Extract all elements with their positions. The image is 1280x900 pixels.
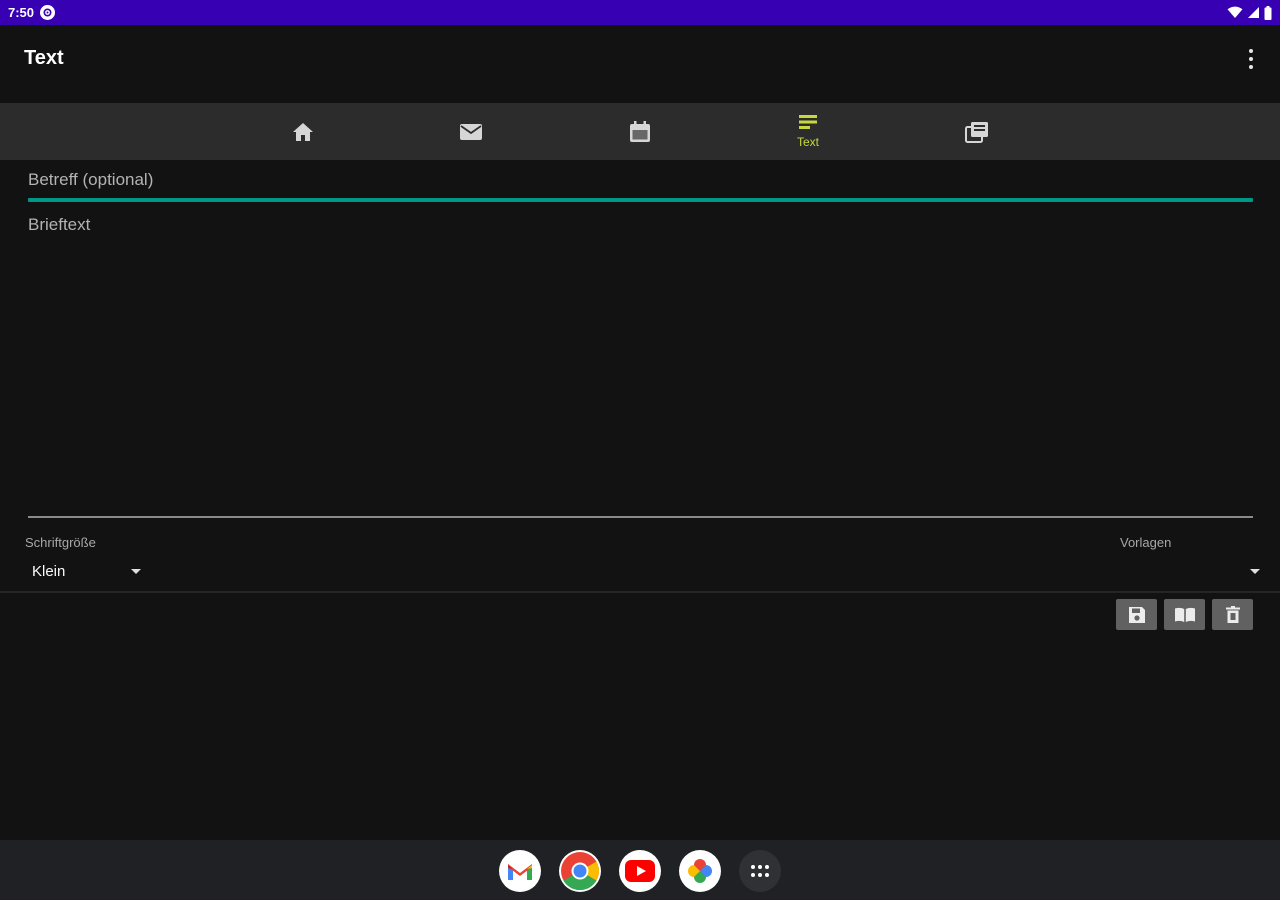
save-button[interactable] bbox=[1116, 599, 1157, 630]
wifi-icon bbox=[1227, 6, 1243, 18]
app-drawer-icon[interactable] bbox=[739, 850, 781, 892]
templates-icon bbox=[965, 121, 988, 143]
status-time: 7:50 bbox=[8, 5, 35, 20]
overflow-menu-icon[interactable] bbox=[1244, 47, 1258, 71]
photos-icon[interactable] bbox=[679, 850, 721, 892]
tab-mail[interactable] bbox=[431, 103, 511, 160]
app-dock bbox=[0, 840, 1280, 900]
tab-calendar[interactable] bbox=[600, 103, 680, 160]
calendar-icon bbox=[630, 120, 650, 142]
subject-input[interactable]: Betreff (optional) bbox=[28, 170, 1253, 202]
battery-icon bbox=[1264, 5, 1272, 20]
divider bbox=[0, 591, 1280, 593]
templates-label: Vorlagen bbox=[1120, 535, 1172, 550]
open-templates-button[interactable] bbox=[1164, 599, 1205, 630]
font-size-value: Klein bbox=[32, 563, 66, 580]
text-icon bbox=[799, 115, 817, 129]
subject-underline bbox=[28, 198, 1253, 202]
tab-templates[interactable] bbox=[937, 103, 1017, 160]
delete-icon bbox=[1225, 605, 1240, 623]
home-icon bbox=[293, 122, 313, 141]
page-title: Text bbox=[24, 46, 64, 69]
chevron-down-icon bbox=[131, 569, 141, 574]
status-bar: 7:50 bbox=[0, 0, 1280, 25]
body-placeholder: Brieftext bbox=[28, 215, 91, 234]
chevron-down-icon bbox=[1250, 569, 1260, 574]
body-underline bbox=[28, 516, 1253, 518]
app-bar: Text bbox=[0, 25, 1280, 103]
notification-icon bbox=[40, 5, 56, 20]
youtube-icon[interactable] bbox=[619, 850, 661, 892]
chrome-icon[interactable] bbox=[559, 850, 601, 892]
mail-icon bbox=[460, 123, 482, 140]
tab-text[interactable]: Text bbox=[768, 103, 848, 160]
tab-text-label: Text bbox=[796, 135, 819, 149]
book-icon bbox=[1174, 607, 1195, 622]
font-size-label: Schriftgröße bbox=[25, 535, 96, 550]
tab-bar: Text bbox=[0, 103, 1280, 160]
tab-home[interactable] bbox=[263, 103, 343, 160]
status-icons bbox=[1227, 5, 1272, 20]
signal-icon bbox=[1248, 7, 1259, 18]
gmail-icon[interactable] bbox=[499, 850, 541, 892]
templates-dropdown[interactable] bbox=[1115, 555, 1265, 587]
delete-button[interactable] bbox=[1212, 599, 1253, 630]
body-text-input[interactable]: Brieftext bbox=[28, 215, 1253, 518]
subject-placeholder: Betreff (optional) bbox=[28, 170, 154, 189]
save-icon bbox=[1128, 606, 1145, 623]
